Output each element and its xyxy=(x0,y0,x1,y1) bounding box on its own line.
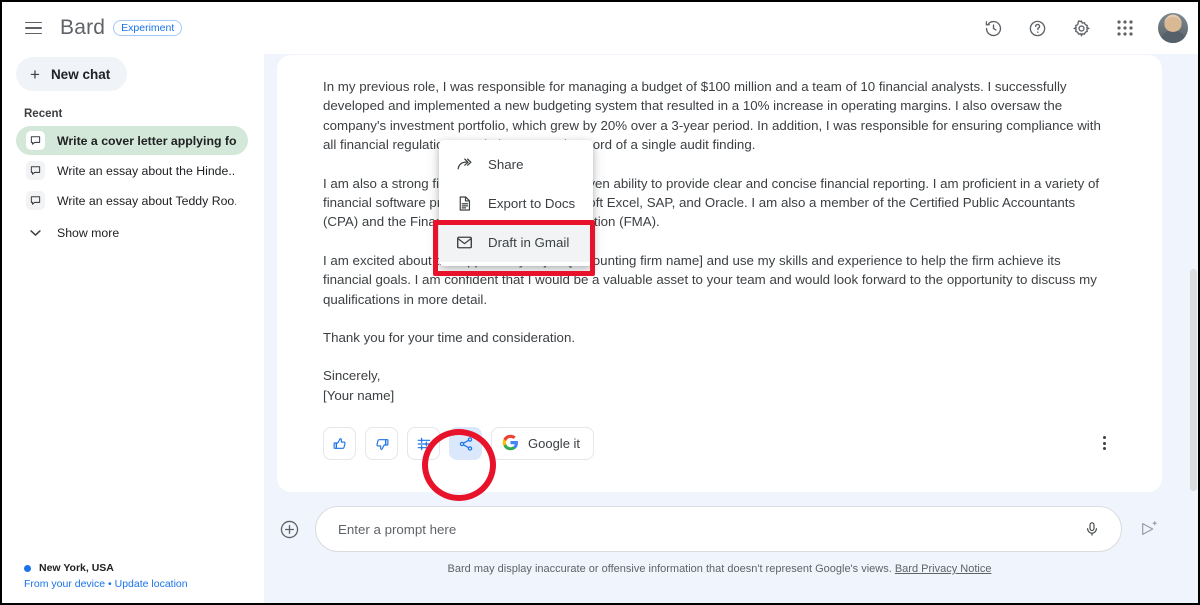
disclaimer-text: Bard may display inaccurate or offensive… xyxy=(448,563,895,575)
apps-grid-icon[interactable] xyxy=(1112,15,1138,41)
sidebar-item-label: Write a cover letter applying fo... xyxy=(57,134,236,148)
prompt-input[interactable] xyxy=(338,522,1081,537)
google-g-icon xyxy=(502,434,519,454)
location-row: New York, USA xyxy=(24,562,188,574)
share-arrow-icon xyxy=(455,156,474,173)
thumbs-down-button[interactable] xyxy=(365,427,398,460)
share-export-menu: Share Export to Docs Draft in Gmail xyxy=(439,140,593,266)
brand: Bard Experiment xyxy=(60,16,182,40)
location-name: New York, USA xyxy=(39,562,114,574)
google-it-button[interactable]: Google it xyxy=(491,427,594,460)
thumbs-up-button[interactable] xyxy=(323,427,356,460)
prompt-input-wrapper[interactable] xyxy=(315,506,1122,552)
location-source: From your device xyxy=(24,578,105,590)
settings-gear-icon[interactable] xyxy=(1068,15,1094,41)
menu-item-label: Draft in Gmail xyxy=(488,235,569,250)
response-action-bar: Google it xyxy=(323,427,594,460)
main-content: In my previous role, I was responsible f… xyxy=(264,54,1200,605)
menu-item-export-to-docs[interactable]: Export to Docs xyxy=(439,184,593,223)
disclaimer: Bard may display inaccurate or offensive… xyxy=(277,563,1162,575)
sidebar: + New chat Recent Write a cover letter a… xyxy=(2,54,264,605)
update-location-link[interactable]: Update location xyxy=(115,578,188,590)
top-bar-actions xyxy=(980,13,1188,43)
experiment-badge: Experiment xyxy=(113,20,182,36)
hamburger-icon[interactable] xyxy=(18,13,48,43)
prompt-composer xyxy=(277,506,1162,552)
add-content-icon[interactable] xyxy=(277,517,301,541)
response-paragraph: Thank you for your time and consideratio… xyxy=(323,328,1109,347)
plus-icon: + xyxy=(30,66,40,83)
top-app-bar: Bard Experiment xyxy=(2,2,1200,54)
privacy-notice-link[interactable]: Bard Privacy Notice xyxy=(895,563,992,575)
sidebar-item-cover-letter[interactable]: Write a cover letter applying fo... xyxy=(16,126,248,155)
help-icon[interactable] xyxy=(1024,15,1050,41)
modify-response-button[interactable] xyxy=(407,427,440,460)
chat-bubble-icon xyxy=(26,131,45,150)
show-more-button[interactable]: Show more xyxy=(16,218,248,247)
response-signature: [Your name] xyxy=(323,386,1109,405)
menu-item-label: Export to Docs xyxy=(488,196,575,211)
document-icon xyxy=(455,195,474,212)
menu-item-share[interactable]: Share xyxy=(439,145,593,184)
brand-name: Bard xyxy=(60,16,105,40)
sidebar-item-teddy-roosevelt-essay[interactable]: Write an essay about Teddy Roo... xyxy=(16,186,248,215)
send-button[interactable] xyxy=(1136,516,1162,542)
bard-app-window: Bard Experiment xyxy=(0,0,1200,605)
scrollbar-thumb[interactable] xyxy=(1190,269,1197,491)
sidebar-item-hindenburg-essay[interactable]: Write an essay about the Hinde... xyxy=(16,156,248,185)
sidebar-item-label: Write an essay about the Hinde... xyxy=(57,164,236,178)
microphone-icon[interactable] xyxy=(1081,518,1103,540)
more-options-button[interactable] xyxy=(1090,429,1118,457)
chevron-down-icon xyxy=(26,229,45,237)
location-dot-icon xyxy=(24,565,31,572)
activity-history-icon[interactable] xyxy=(980,15,1006,41)
location-footer: New York, USA From your device • Update … xyxy=(24,562,188,590)
google-it-label: Google it xyxy=(528,436,580,451)
gmail-icon xyxy=(455,234,474,251)
share-button[interactable] xyxy=(449,427,482,460)
menu-item-draft-in-gmail[interactable]: Draft in Gmail xyxy=(439,223,593,262)
location-sub: From your device • Update location xyxy=(24,578,188,590)
new-chat-label: New chat xyxy=(51,67,110,82)
recent-section-label: Recent xyxy=(24,108,264,120)
chat-bubble-icon xyxy=(26,191,45,210)
response-signoff: Sincerely, xyxy=(323,366,1109,385)
avatar[interactable] xyxy=(1158,13,1188,43)
sidebar-item-label: Write an essay about Teddy Roo... xyxy=(57,194,236,208)
response-card: In my previous role, I was responsible f… xyxy=(277,55,1162,492)
new-chat-button[interactable]: + New chat xyxy=(16,57,127,91)
location-separator: • xyxy=(105,578,115,590)
show-more-label: Show more xyxy=(57,226,119,240)
menu-item-label: Share xyxy=(488,157,523,172)
chat-bubble-icon xyxy=(26,161,45,180)
